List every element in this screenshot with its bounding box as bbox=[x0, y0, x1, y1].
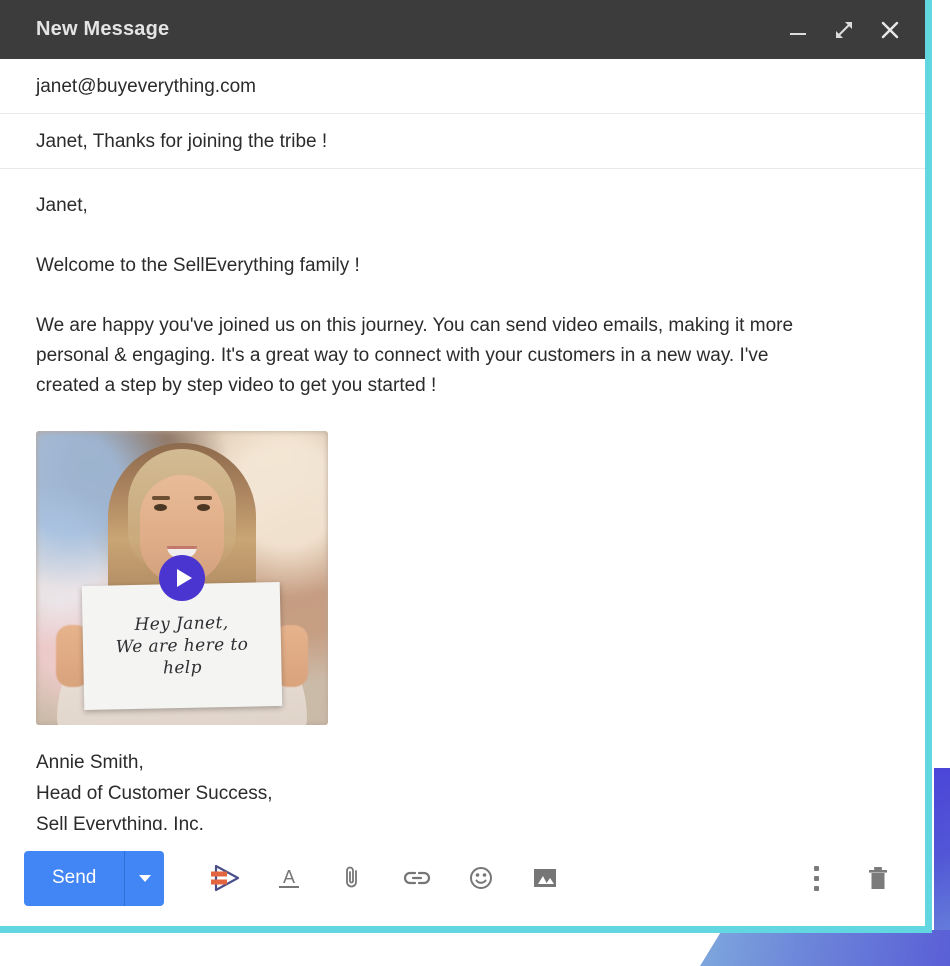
minimize-icon bbox=[790, 32, 806, 35]
compose-title-bar: New Message bbox=[0, 0, 925, 59]
send-button[interactable]: Send bbox=[24, 850, 125, 906]
close-button[interactable] bbox=[875, 15, 905, 45]
minimize-button[interactable] bbox=[783, 15, 813, 45]
body-paragraph: We are happy you've joined us on this jo… bbox=[36, 315, 794, 396]
window-title: New Message bbox=[36, 18, 170, 40]
send-options-button[interactable] bbox=[124, 850, 165, 906]
compose-toolbar: Send A bbox=[0, 830, 925, 926]
subject-field-row[interactable]: Janet, Thanks for joining the tribe ! bbox=[0, 114, 925, 169]
video-person-eye-left bbox=[154, 504, 168, 512]
format-text-icon: A bbox=[279, 867, 300, 888]
attach-file-icon bbox=[346, 866, 358, 888]
video-play-button[interactable] bbox=[159, 555, 205, 601]
insert-link-icon bbox=[404, 871, 431, 885]
recipients-input[interactable]: janet@buyeverything.com bbox=[36, 75, 889, 99]
dot bbox=[813, 865, 819, 871]
insert-emoji-button[interactable] bbox=[464, 861, 498, 895]
signature-line-3: Sell Everything, Inc. bbox=[36, 814, 204, 830]
dot bbox=[813, 875, 819, 881]
send-button-group: Send bbox=[24, 850, 165, 906]
video-sign-line-2: We are here to bbox=[115, 634, 249, 658]
close-icon bbox=[881, 21, 899, 38]
attach-file-button[interactable] bbox=[336, 861, 370, 895]
compose-window: New Message janet@buyeverything.com Jane… bbox=[0, 0, 932, 933]
insert-photo-button[interactable] bbox=[528, 861, 562, 895]
send-video-icon bbox=[211, 864, 240, 892]
insert-link-button[interactable] bbox=[400, 861, 434, 895]
expand-button[interactable] bbox=[829, 15, 859, 45]
signature-line-1: Annie Smith, bbox=[36, 752, 144, 773]
body-welcome-line: Welcome to the SellEverything family ! bbox=[36, 255, 360, 276]
body-signature: Annie Smith, Head of Customer Success, S… bbox=[36, 747, 889, 830]
video-sign-line-3: help bbox=[162, 657, 203, 679]
svg-text:A: A bbox=[283, 867, 295, 887]
video-person-brow-right bbox=[194, 495, 213, 500]
dot bbox=[813, 885, 819, 891]
discard-draft-icon bbox=[869, 867, 887, 889]
signature-line-2: Head of Customer Success, bbox=[36, 783, 273, 804]
send-video-button[interactable] bbox=[208, 861, 242, 895]
toolbar-right-group bbox=[799, 861, 895, 895]
recipients-field-row[interactable]: janet@buyeverything.com bbox=[0, 59, 925, 114]
window-controls bbox=[783, 15, 905, 45]
page-root: New Message janet@buyeverything.com Jane… bbox=[0, 0, 950, 966]
play-icon bbox=[176, 569, 192, 587]
more-options-icon bbox=[813, 865, 819, 891]
toolbar-icon-group: A bbox=[208, 861, 562, 895]
expand-icon bbox=[836, 21, 852, 38]
insert-emoji-icon bbox=[470, 867, 493, 889]
chevron-down-icon bbox=[138, 874, 151, 882]
video-person-eye-right bbox=[196, 504, 210, 512]
video-sign: Hey Janet, We are here to help bbox=[81, 581, 283, 710]
discard-draft-button[interactable] bbox=[861, 861, 895, 895]
insert-photo-icon bbox=[534, 869, 557, 887]
video-sign-line-1: Hey Janet, bbox=[134, 612, 229, 635]
more-options-button[interactable] bbox=[799, 861, 833, 895]
subject-input[interactable]: Janet, Thanks for joining the tribe ! bbox=[36, 130, 889, 154]
video-thumbnail[interactable]: Hey Janet, We are here to help bbox=[36, 431, 328, 725]
message-body[interactable]: Janet, Welcome to the SellEverything fam… bbox=[0, 169, 925, 830]
video-person-brow-left bbox=[151, 495, 170, 500]
background-diagonal-shape bbox=[700, 930, 950, 966]
format-text-button[interactable]: A bbox=[272, 861, 306, 895]
body-greeting: Janet, bbox=[36, 195, 88, 216]
